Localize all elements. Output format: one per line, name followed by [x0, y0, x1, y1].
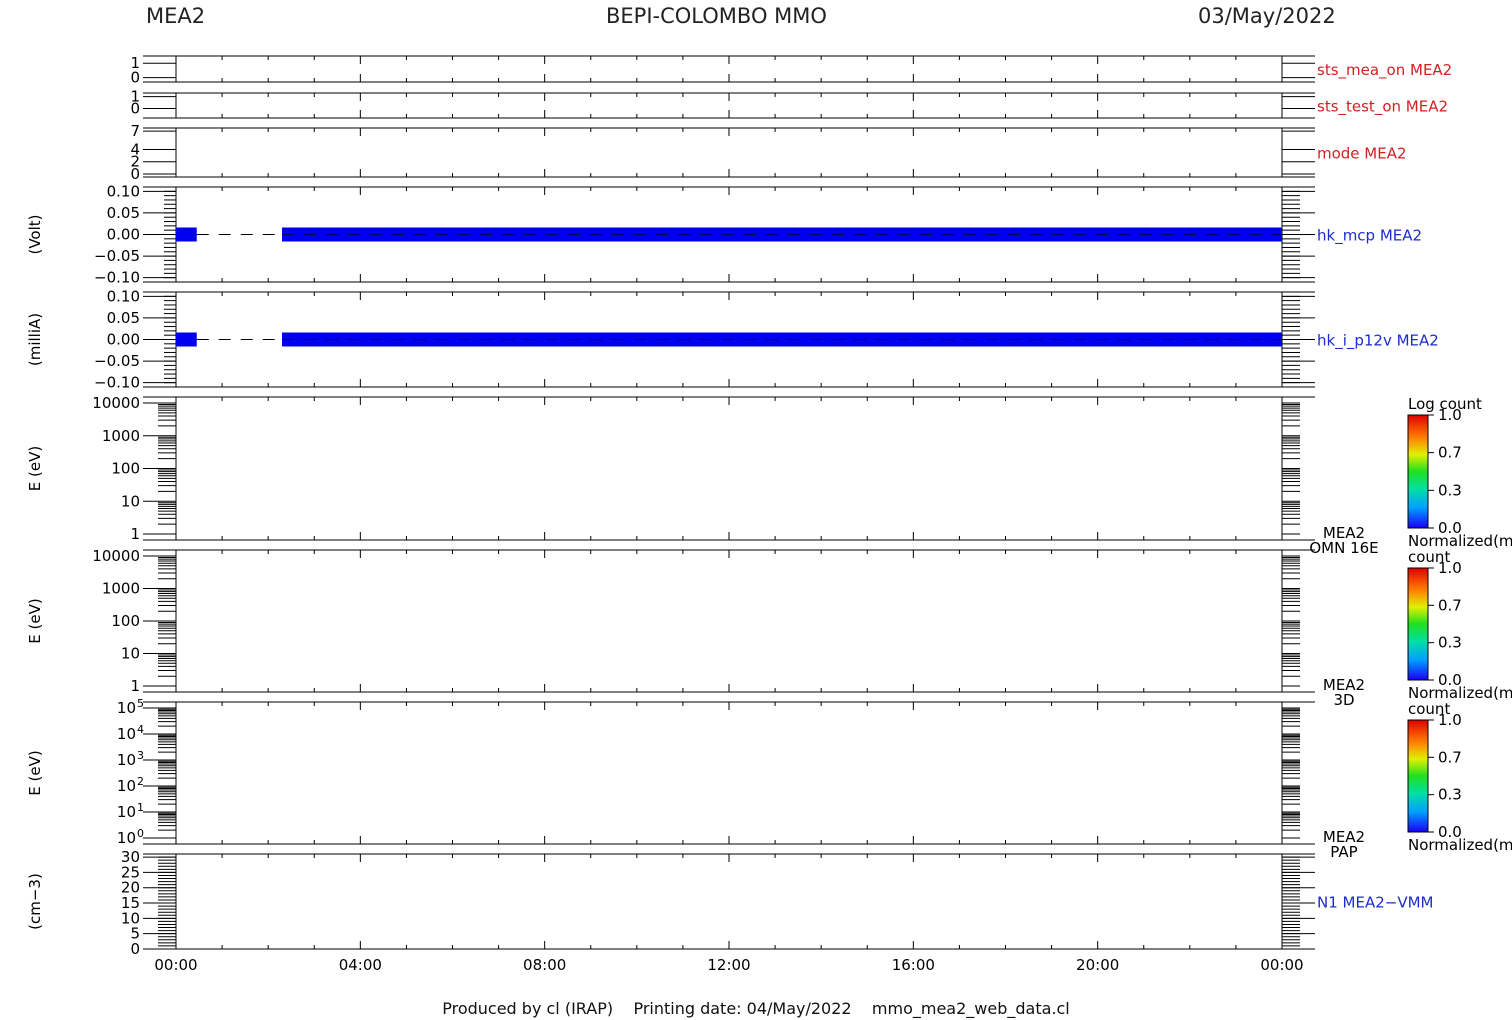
- panel-5-ytick-label: 0.05: [107, 309, 140, 327]
- panel-8-ytick-label: 10: [117, 803, 136, 821]
- panel-9-ylabel: (cm−3): [26, 873, 44, 930]
- panel-6-colorbar-tick-label: 0.7: [1438, 444, 1462, 462]
- panel-8-frame: [175, 701, 1283, 845]
- panel-5-ytick-label: −0.05: [94, 352, 140, 370]
- panel-4-ytick-label: 0.00: [107, 226, 140, 244]
- panel-9-ytick-label: 0: [130, 940, 140, 958]
- panel-8-ytick-exponent: 0: [137, 827, 144, 840]
- panel-1-label: sts_mea_on MEA2: [1317, 61, 1452, 80]
- panel-4-ytick-label: −0.05: [94, 247, 140, 265]
- panel-6-ytick-label: 1: [130, 525, 140, 543]
- panel-1-ytick-label: 0: [130, 69, 140, 87]
- panel-8-ytick-label: 10: [117, 751, 136, 769]
- x-axis-tick-label: 00:00: [1260, 956, 1303, 974]
- panel-9-label: N1 MEA2−VMM: [1317, 894, 1433, 912]
- panel-7-colorbar-tick-label: 0.7: [1438, 596, 1462, 614]
- panel-8-ytick-exponent: 4: [137, 723, 144, 736]
- panel-6-colorbar-tick-label: 1.0: [1438, 406, 1462, 424]
- x-axis-tick-label: 04:00: [339, 956, 382, 974]
- panel-4-ytick-label: −0.10: [94, 269, 140, 287]
- panel-7-ytick-label: 10000: [92, 547, 140, 565]
- panel-7-ytick-label: 1000: [102, 580, 140, 598]
- panel-5-data-segment: [281, 332, 1282, 347]
- panel-4-ytick-label: 0.10: [107, 182, 140, 200]
- panel-6-ytick-label: 10: [121, 492, 140, 510]
- panel-7-colorbar: [1407, 567, 1429, 681]
- panel-7-colorbar-tick-label: 0.3: [1438, 634, 1462, 652]
- panel-6-label-line2: OMN 16E: [1309, 539, 1378, 557]
- panel-6-ylabel: E (eV): [26, 446, 44, 491]
- panel-8-colorbar-tick-label: 0.3: [1438, 786, 1462, 804]
- panel-8-ytick-label: 10: [117, 829, 136, 847]
- panel-8-colorbar-tick-label: 1.0: [1438, 711, 1462, 729]
- panel-3-ytick-label: 0: [130, 165, 140, 183]
- x-axis-tick-label: 00:00: [154, 956, 197, 974]
- panel-8-label-line2: PAP: [1330, 843, 1357, 861]
- panel-4-data-segment: [281, 227, 1282, 242]
- panel-7-ylabel: E (eV): [26, 598, 44, 643]
- panel-8-colorbar: [1407, 719, 1429, 833]
- panel-8-colorbar-footer: Normalized(m: [1408, 836, 1512, 854]
- panel-8-ytick-exponent: 3: [137, 749, 144, 762]
- panel-7-ytick-label: 10: [121, 645, 140, 663]
- panel-2-ytick-label: 0: [130, 99, 140, 117]
- footer-credits: Produced by cl (IRAP) Printing date: 04/…: [442, 999, 1070, 1018]
- x-axis-tick-label: 20:00: [1076, 956, 1119, 974]
- panel-3-label: mode MEA2: [1317, 145, 1407, 163]
- panel-5-data-segment: [176, 332, 197, 347]
- panel-5-ylabel: (milliA): [26, 313, 44, 366]
- panel-8-ytick-exponent: 2: [137, 775, 144, 788]
- panel-4-label: hk_mcp MEA2: [1317, 227, 1422, 246]
- panel-5-ytick-label: 0.10: [107, 287, 140, 305]
- panel-8-ylabel: E (eV): [26, 750, 44, 795]
- panel-7-label-line2: 3D: [1333, 691, 1354, 709]
- x-axis-tick-label: 08:00: [523, 956, 566, 974]
- panel-6-ytick-label: 1000: [102, 427, 140, 445]
- panel-7-frame: [175, 549, 1283, 693]
- panel-4-ytick-label: 0.05: [107, 204, 140, 222]
- panel-8-ytick-label: 10: [117, 699, 136, 717]
- panel-7-colorbar-tick-label: 1.0: [1438, 559, 1462, 577]
- panel-8-ytick-exponent: 1: [137, 801, 144, 814]
- panel-5-ytick-label: 0.00: [107, 331, 140, 349]
- panel-6-ytick-label: 10000: [92, 394, 140, 412]
- panel-2-label: sts_test_on MEA2: [1317, 98, 1448, 117]
- panel-6-ytick-label: 100: [111, 460, 140, 478]
- panel-7-ytick-label: 100: [111, 612, 140, 630]
- panel-4-ylabel: (Volt): [26, 214, 44, 254]
- panel-4-data-segment: [176, 227, 197, 242]
- panel-6-frame: [175, 396, 1283, 541]
- panel-9-frame: [175, 853, 1283, 950]
- panel-6-colorbar-tick-label: 0.3: [1438, 481, 1462, 499]
- stacked-time-series-plot: 10 sts_mea_on MEA210 sts_test_on MEA27420m…: [26, 54, 1512, 974]
- panel-8-ytick-exponent: 5: [137, 697, 144, 710]
- panel-8-colorbar-tick-label: 0.7: [1438, 748, 1462, 766]
- panel-3-ytick-label: 7: [130, 122, 140, 140]
- x-axis-tick-label: 12:00: [707, 956, 750, 974]
- panel-8-ytick-label: 10: [117, 777, 136, 795]
- panel-7-ytick-label: 1: [130, 677, 140, 695]
- panel-5-ytick-label: −0.10: [94, 374, 140, 392]
- panel-6-colorbar: [1407, 414, 1429, 529]
- x-axis-tick-label: 16:00: [892, 956, 935, 974]
- panel-5-label: hk_i_p12v MEA2: [1317, 332, 1439, 351]
- panel-8-ytick-label: 10: [117, 725, 136, 743]
